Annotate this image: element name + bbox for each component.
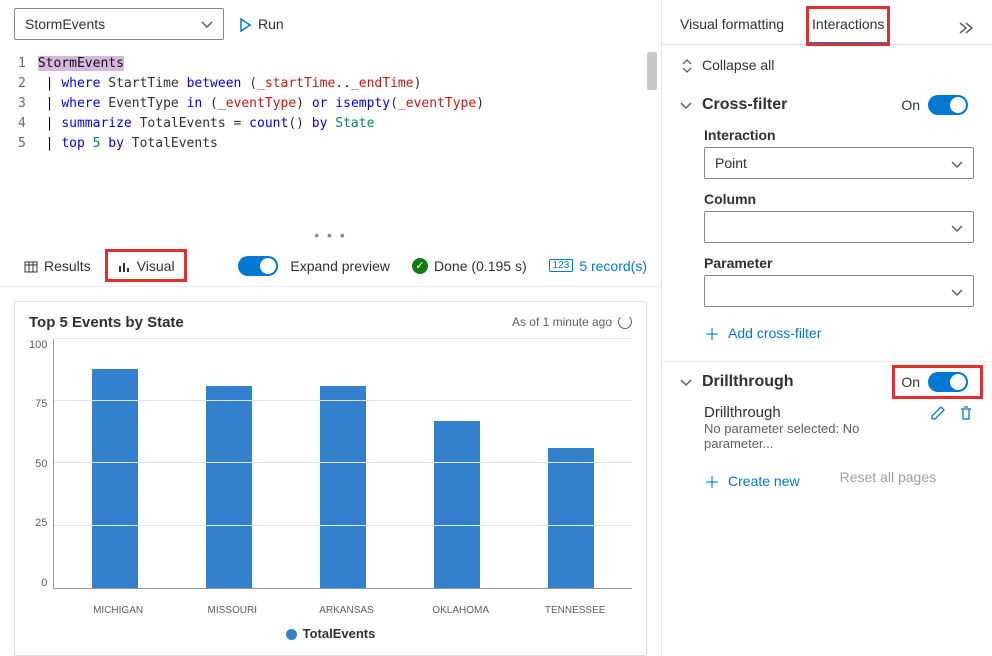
line-numbers: 1 2 3 4 5 [0,54,38,225]
record-count: 123 5 record(s) [549,258,647,274]
drillthrough-on-label: On [901,374,920,390]
resize-grip[interactable]: • • • [0,225,661,245]
add-crossfilter-button[interactable]: ＋ Add cross-filter [704,321,974,345]
results-tab-label: Results [44,258,91,274]
query-status: ✓ Done (0.195 s) [412,258,527,274]
chevron-down-icon [951,155,963,171]
drillthrough-title: Drillthrough [702,373,794,391]
plus-icon: ＋ [704,469,720,493]
drillthrough-toggle[interactable] [928,372,968,392]
column-label: Column [704,191,974,207]
visual-tab-label: Visual [137,258,175,274]
records-icon: 123 [549,259,574,272]
chevron-down-icon [951,219,963,235]
drillthrough-item: Drillthrough No parameter selected: No p… [704,404,974,451]
database-name: StormEvents [25,16,105,32]
x-axis-labels: MICHIGAN MISSOURI ARKANSAS OKLAHOMA TENN… [61,605,632,616]
column-select[interactable] [704,211,974,243]
collapse-all-label: Collapse all [702,57,774,73]
chevron-down-icon [951,283,963,299]
drillthrough-header[interactable]: Drillthrough On [680,372,974,392]
chart-title: Top 5 Events by State [29,314,184,331]
bar-chart-icon [117,257,131,273]
bar-4[interactable] [548,448,594,587]
interaction-label: Interaction [704,127,974,143]
chart-legend: TotalEvents [29,626,632,641]
results-toolbar: Results Visual Expand preview ✓ Done (0.… [0,245,661,286]
edit-icon[interactable] [930,404,946,421]
results-tab[interactable]: Results [14,251,101,279]
collapse-all-button[interactable]: Collapse all [662,45,992,85]
collapse-icon [680,57,694,73]
chevron-down-icon [680,375,692,390]
y-axis: 100 75 50 25 0 [29,339,53,589]
play-icon [238,16,252,32]
table-icon [24,257,38,273]
parameter-select[interactable] [704,275,974,307]
drill-item-title: Drillthrough [704,404,930,421]
plus-icon: ＋ [704,321,720,345]
run-label: Run [258,16,284,32]
expand-preview-label: Expand preview [290,258,390,274]
legend-dot-icon [286,629,297,640]
parameter-label: Parameter [704,255,974,271]
crossfilter-section: Cross-filter On Interaction Point Column… [662,85,992,362]
bar-2[interactable] [320,386,366,588]
right-tabs: Visual formatting Interactions [662,8,992,45]
more-icon[interactable] [954,18,978,34]
crossfilter-on-label: On [901,97,920,113]
visual-tab[interactable]: Visual [107,251,185,279]
expand-preview-toggle[interactable] [238,256,278,276]
create-new-button[interactable]: ＋ Create new [704,469,800,493]
crossfilter-title: Cross-filter [702,96,787,114]
run-button[interactable]: Run [238,16,284,32]
code-content[interactable]: StormEvents | where StartTime between (_… [38,54,661,225]
database-selector[interactable]: StormEvents [14,8,224,40]
crossfilter-header[interactable]: Cross-filter On [680,95,974,115]
crossfilter-toggle[interactable] [928,95,968,115]
chart-plot [53,339,632,589]
bar-0[interactable] [92,369,138,588]
top-toolbar: StormEvents Run [0,0,661,48]
refresh-icon[interactable] [618,315,632,329]
add-crossfilter-label: Add cross-filter [728,325,821,341]
chart-timestamp: As of 1 minute ago [512,315,632,329]
query-editor[interactable]: 1 2 3 4 5 StormEvents | where StartTime … [0,48,661,225]
bar-3[interactable] [434,421,480,588]
reset-all-pages: Reset all pages [840,469,937,493]
delete-icon[interactable] [958,404,974,421]
tab-visual-formatting[interactable]: Visual formatting [676,8,788,44]
record-count-label: 5 record(s) [579,258,647,274]
chart-card: Top 5 Events by State As of 1 minute ago… [14,301,647,656]
chevron-down-icon [680,98,692,113]
bar-1[interactable] [206,386,252,588]
done-label: Done (0.195 s) [434,258,527,274]
tab-interactions[interactable]: Interactions [808,8,888,44]
drillthrough-section: Drillthrough On Drillthrough No paramete… [662,362,992,509]
drill-item-subtitle: No parameter selected: No parameter... [704,421,930,451]
chevron-down-icon [201,16,213,32]
scrollbar-thumb[interactable] [647,52,657,90]
check-circle-icon: ✓ [412,258,428,274]
interaction-select[interactable]: Point [704,147,974,179]
